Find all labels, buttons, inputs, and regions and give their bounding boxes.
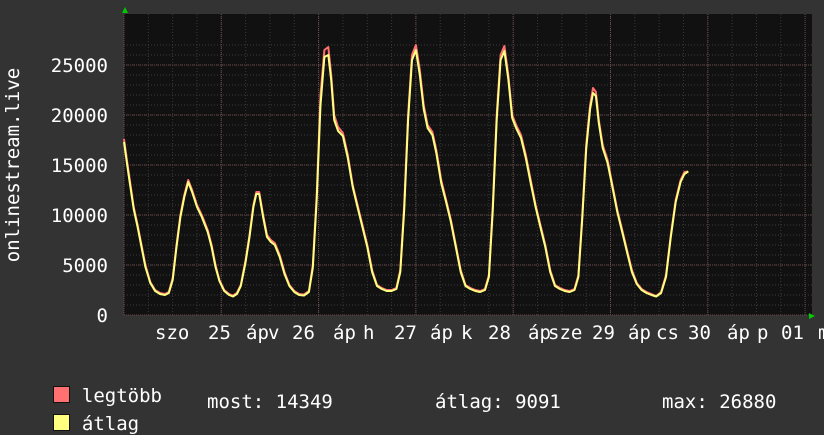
x-tick-label: sze xyxy=(548,322,582,344)
x-tick-label: cs xyxy=(656,322,679,344)
x-tick-label: áp xyxy=(246,322,269,344)
chart: 0500010000150002000025000 szo 25 áp v 26 áp h 2… xyxy=(2,7,824,344)
stat-avg: átlag: 9091 xyxy=(435,391,561,413)
legend-avg-label: átlag xyxy=(81,413,140,435)
x-tick-label: h xyxy=(363,322,374,344)
stat-now: most: 14349 xyxy=(207,391,333,413)
x-tick-label: 01 xyxy=(781,322,804,344)
x-tick-label: áp xyxy=(628,322,651,344)
y-tick-label: 20000 xyxy=(51,105,108,127)
legend-swatch-avg xyxy=(52,414,70,431)
x-tick-label: p xyxy=(757,322,768,344)
y-tick-label: 0 xyxy=(97,305,108,327)
x-tick-label: áp xyxy=(333,322,356,344)
x-tick-label: 29 xyxy=(592,322,615,344)
x-tick-label: áp xyxy=(727,322,750,344)
y-tick-label: 5000 xyxy=(62,255,108,277)
x-tick-label: m xyxy=(818,322,824,344)
x-tick-label: 30 xyxy=(688,322,711,344)
x-axis: szo 25 áp v 26 áp h 27 áp k 28 ápsze 29 áp cs 30 áp p 01 m xyxy=(155,322,824,344)
x-tick-label: 26 xyxy=(292,322,315,344)
x-tick-label: 27 xyxy=(394,322,417,344)
y-axis: 0 5000 10000 15000 20000 25000 xyxy=(51,55,108,327)
legend-avg: átlag xyxy=(30,391,139,435)
y-tick-label: 10000 xyxy=(51,205,108,227)
stat-max: max: 26880 xyxy=(662,391,777,413)
y-axis-label: onlinestream.live xyxy=(2,68,24,262)
y-tick-label: 25000 xyxy=(51,55,108,77)
y-tick-label: 15000 xyxy=(51,155,108,177)
x-tick-label: áp xyxy=(430,322,453,344)
x-tick-label: 25 xyxy=(208,322,231,344)
y-axis-arrow-icon xyxy=(122,7,128,13)
x-tick-label: k xyxy=(461,322,473,344)
x-tick-label: v xyxy=(268,322,279,344)
x-tick-label: szo xyxy=(155,322,189,344)
x-tick-label: 28 xyxy=(488,322,511,344)
